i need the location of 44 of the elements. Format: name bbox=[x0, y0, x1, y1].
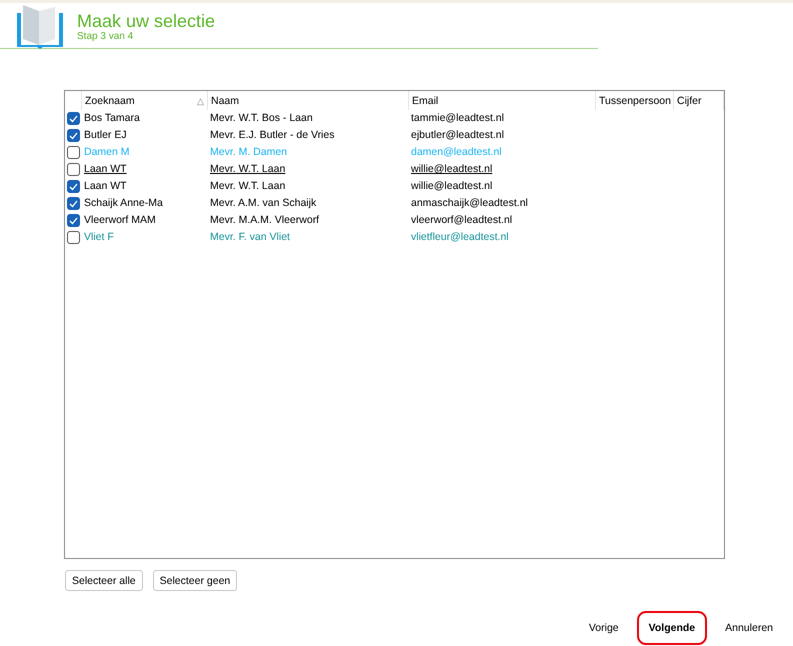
table-cell-text: Mevr. E.J. Butler - de Vries bbox=[209, 128, 336, 143]
table-cell-text: Mevr. W.T. Laan bbox=[209, 162, 286, 177]
row-checkbox[interactable] bbox=[67, 146, 80, 159]
table-cell-text: willie@leadtest.nl bbox=[410, 162, 494, 177]
table-cell-text: Damen M bbox=[83, 145, 131, 160]
table-cell-text: anmaschaijk@leadtest.nl bbox=[410, 196, 529, 211]
row-checkbox[interactable] bbox=[67, 129, 80, 142]
table-cell-text: Mevr. F. van Vliet bbox=[209, 230, 291, 245]
table-cell-text: Mevr. M. Damen bbox=[209, 145, 288, 160]
table-cell-text: Mevr. M.A.M. Vleerworf bbox=[209, 213, 320, 228]
column-header[interactable]: Cijfer bbox=[674, 91, 724, 110]
table-cell-text: Bos Tamara bbox=[83, 111, 141, 126]
table-cell-text: tammie@leadtest.nl bbox=[410, 111, 505, 126]
row-checkbox[interactable] bbox=[67, 112, 80, 125]
row-checkbox[interactable] bbox=[67, 214, 80, 227]
table-cell-text: Schaijk Anne-Ma bbox=[83, 196, 164, 211]
select-button[interactable]: Selecteer alle bbox=[65, 570, 143, 591]
sort-icon: △ bbox=[197, 96, 204, 106]
table-cell-text: vlietfleur@leadtest.nl bbox=[410, 230, 510, 245]
table-cell-text: vleerworf@leadtest.nl bbox=[410, 213, 514, 228]
table-cell-text: Mevr. W.T. Laan bbox=[209, 179, 286, 194]
row-checkbox[interactable] bbox=[67, 180, 80, 193]
table-cell-text: willie@leadtest.nl bbox=[410, 179, 494, 194]
column-header[interactable]: Tussenpersoon bbox=[596, 91, 674, 110]
step-indicator: Stap 3 van 4 bbox=[77, 31, 134, 43]
table-cell-text: Laan WT bbox=[83, 162, 128, 177]
table-cell-text: ejbutler@leadtest.nl bbox=[410, 128, 505, 143]
table-cell-text: Vleerworf MAM bbox=[83, 213, 157, 228]
row-checkbox[interactable] bbox=[67, 231, 80, 244]
column-header[interactable]: Email bbox=[409, 91, 596, 110]
column-header[interactable]: Zoeknaam △ bbox=[82, 91, 208, 110]
nav-button[interactable]: Volgende bbox=[636, 611, 708, 645]
page-title: Maak uw selectie bbox=[77, 11, 216, 31]
table-cell-text: Butler EJ bbox=[83, 128, 128, 143]
table-cell-text: Mevr. W.T. Bos - Laan bbox=[209, 111, 314, 126]
row-checkbox[interactable] bbox=[67, 197, 80, 210]
table-cell-text: Mevr. A.M. van Schaijk bbox=[209, 196, 318, 211]
book-icon bbox=[17, 5, 63, 49]
select-button[interactable]: Selecteer geen bbox=[152, 570, 238, 591]
table-cell-text: damen@leadtest.nl bbox=[410, 145, 503, 160]
column-header[interactable]: Naam bbox=[208, 91, 409, 110]
row-checkbox[interactable] bbox=[67, 163, 80, 176]
table-cell-text: Laan WT bbox=[83, 179, 128, 194]
table-cell-text: Vliet F bbox=[83, 230, 115, 245]
